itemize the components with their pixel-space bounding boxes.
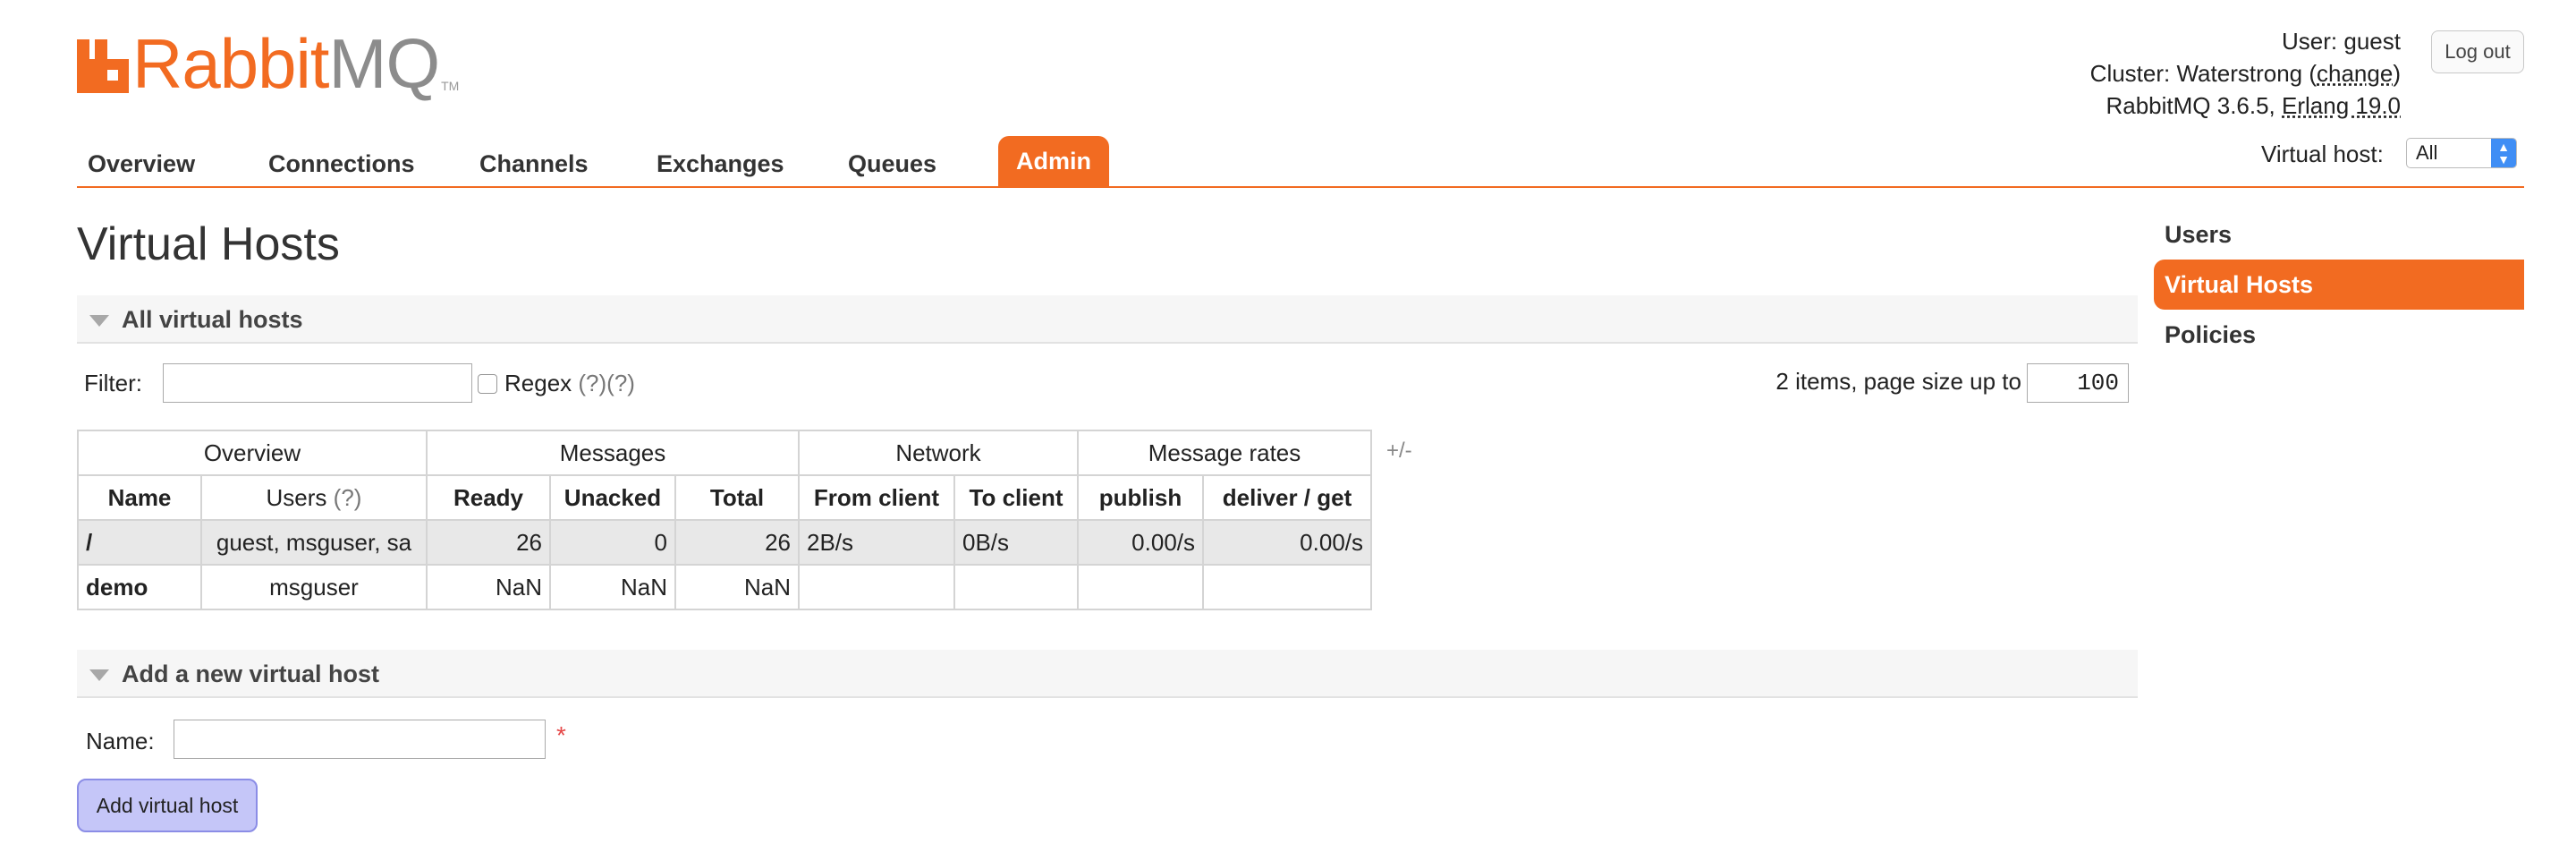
col-users[interactable]: Users (?) bbox=[200, 474, 428, 521]
logout-button[interactable]: Log out bbox=[2431, 30, 2524, 73]
group-message-rates: Message rates bbox=[1077, 430, 1372, 476]
cell-ready: 26 bbox=[426, 519, 551, 566]
regex-help-link-2[interactable]: (?) bbox=[606, 370, 635, 396]
tab-admin[interactable]: Admin bbox=[998, 136, 1109, 186]
cell-ready: NaN bbox=[426, 564, 551, 610]
col-unacked[interactable]: Unacked bbox=[549, 474, 676, 521]
select-arrows-icon: ▲ ▼ bbox=[2491, 139, 2516, 167]
cluster-name: Waterstrong bbox=[2176, 60, 2303, 87]
group-messages: Messages bbox=[426, 430, 800, 476]
side-item-virtual-hosts[interactable]: Virtual Hosts bbox=[2154, 260, 2524, 310]
col-publish[interactable]: publish bbox=[1077, 474, 1204, 521]
side-item-users[interactable]: Users bbox=[2154, 209, 2524, 260]
page-size-input[interactable]: 100 bbox=[2027, 363, 2129, 403]
cell-unacked: 0 bbox=[549, 519, 676, 566]
table-group-header-row: Overview Messages Network Message rates bbox=[77, 430, 1372, 476]
logo-trademark: TM bbox=[441, 79, 460, 93]
vhost-name-input[interactable] bbox=[174, 720, 546, 759]
virtual-host-label: Virtual host: bbox=[2261, 141, 2384, 167]
vhost-name-link[interactable]: demo bbox=[77, 564, 202, 610]
col-to-client[interactable]: To client bbox=[953, 474, 1079, 521]
logo-wordmark: RabbitMQ bbox=[132, 24, 440, 103]
cell-publish bbox=[1077, 564, 1204, 610]
regex-checkbox[interactable] bbox=[478, 374, 497, 394]
cell-deliver-get bbox=[1202, 564, 1372, 610]
table-row: / guest, msguser, sa 26 0 26 2B/s 0B/s 0… bbox=[77, 519, 1372, 566]
virtual-hosts-table: Overview Messages Network Message rates … bbox=[77, 430, 1372, 610]
admin-side-menu: Users Virtual Hosts Policies bbox=[2154, 209, 2524, 360]
tab-exchanges[interactable]: Exchanges bbox=[657, 141, 784, 186]
user-line: User: guest bbox=[2282, 28, 2401, 55]
user-info: User: guest Cluster: Waterstrong (change… bbox=[2090, 25, 2401, 122]
col-total[interactable]: Total bbox=[674, 474, 800, 521]
tab-overview[interactable]: Overview bbox=[88, 141, 195, 186]
cell-total: 26 bbox=[674, 519, 800, 566]
cell-to-client: 0B/s bbox=[953, 519, 1079, 566]
section-all-virtual-hosts[interactable]: All virtual hosts bbox=[77, 295, 2138, 344]
tab-queues[interactable]: Queues bbox=[848, 141, 936, 186]
cell-users: msguser bbox=[200, 564, 428, 610]
col-name[interactable]: Name bbox=[77, 474, 202, 521]
group-network: Network bbox=[798, 430, 1079, 476]
erlang-version-link[interactable]: Erlang 19.0 bbox=[2282, 92, 2401, 119]
filter-label: Filter: bbox=[84, 370, 142, 396]
rabbitmq-logo: RabbitMQ TM bbox=[77, 27, 459, 98]
cell-from-client bbox=[798, 564, 955, 610]
filter-input[interactable] bbox=[163, 363, 472, 403]
name-label: Name: bbox=[86, 728, 155, 754]
virtual-host-select-value: All bbox=[2416, 141, 2438, 164]
main-nav: Overview Connections Channels Exchanges … bbox=[77, 136, 2524, 188]
regex-help-link[interactable]: (?) bbox=[578, 370, 606, 396]
cell-publish: 0.00/s bbox=[1077, 519, 1204, 566]
table-column-header-row: Name Users (?) Ready Unacked Total From … bbox=[77, 474, 1372, 521]
table-row: demo msguser NaN NaN NaN bbox=[77, 564, 1372, 610]
version-line: RabbitMQ 3.6.5, Erlang 19.0 bbox=[2106, 92, 2401, 119]
virtual-host-select[interactable]: All ▲ ▼ bbox=[2406, 138, 2517, 168]
cell-deliver-get: 0.00/s bbox=[1202, 519, 1372, 566]
user-name: guest bbox=[2343, 28, 2401, 55]
collapse-triangle-icon bbox=[89, 315, 109, 328]
group-overview: Overview bbox=[77, 430, 428, 476]
tab-connections[interactable]: Connections bbox=[268, 141, 415, 186]
add-virtual-host-button[interactable]: Add virtual host bbox=[77, 779, 258, 832]
side-item-policies[interactable]: Policies bbox=[2154, 310, 2524, 360]
regex-label: Regex (?)(?) bbox=[504, 370, 635, 396]
col-deliver-get[interactable]: deliver / get bbox=[1202, 474, 1372, 521]
cell-total: NaN bbox=[674, 564, 800, 610]
section-add-virtual-host[interactable]: Add a new virtual host bbox=[77, 650, 2138, 698]
tab-channels[interactable]: Channels bbox=[479, 141, 589, 186]
collapse-triangle-icon bbox=[89, 669, 109, 682]
cell-unacked: NaN bbox=[549, 564, 676, 610]
users-help-link[interactable]: (?) bbox=[334, 484, 362, 511]
required-marker: * bbox=[556, 721, 566, 749]
items-count-text: 2 items, page size up to bbox=[1775, 368, 2021, 395]
page-title: Virtual Hosts bbox=[77, 218, 340, 270]
cluster-line: Cluster: Waterstrong (change) bbox=[2089, 60, 2401, 87]
cell-to-client bbox=[953, 564, 1079, 610]
vhost-name-link[interactable]: / bbox=[77, 519, 202, 566]
col-ready[interactable]: Ready bbox=[426, 474, 551, 521]
change-cluster-link[interactable]: change bbox=[2317, 60, 2393, 87]
toggle-columns-link[interactable]: +/- bbox=[1386, 439, 1412, 464]
cell-users: guest, msguser, sa bbox=[200, 519, 428, 566]
col-from-client[interactable]: From client bbox=[798, 474, 955, 521]
rabbitmq-logo-icon bbox=[77, 39, 129, 93]
cell-from-client: 2B/s bbox=[798, 519, 955, 566]
